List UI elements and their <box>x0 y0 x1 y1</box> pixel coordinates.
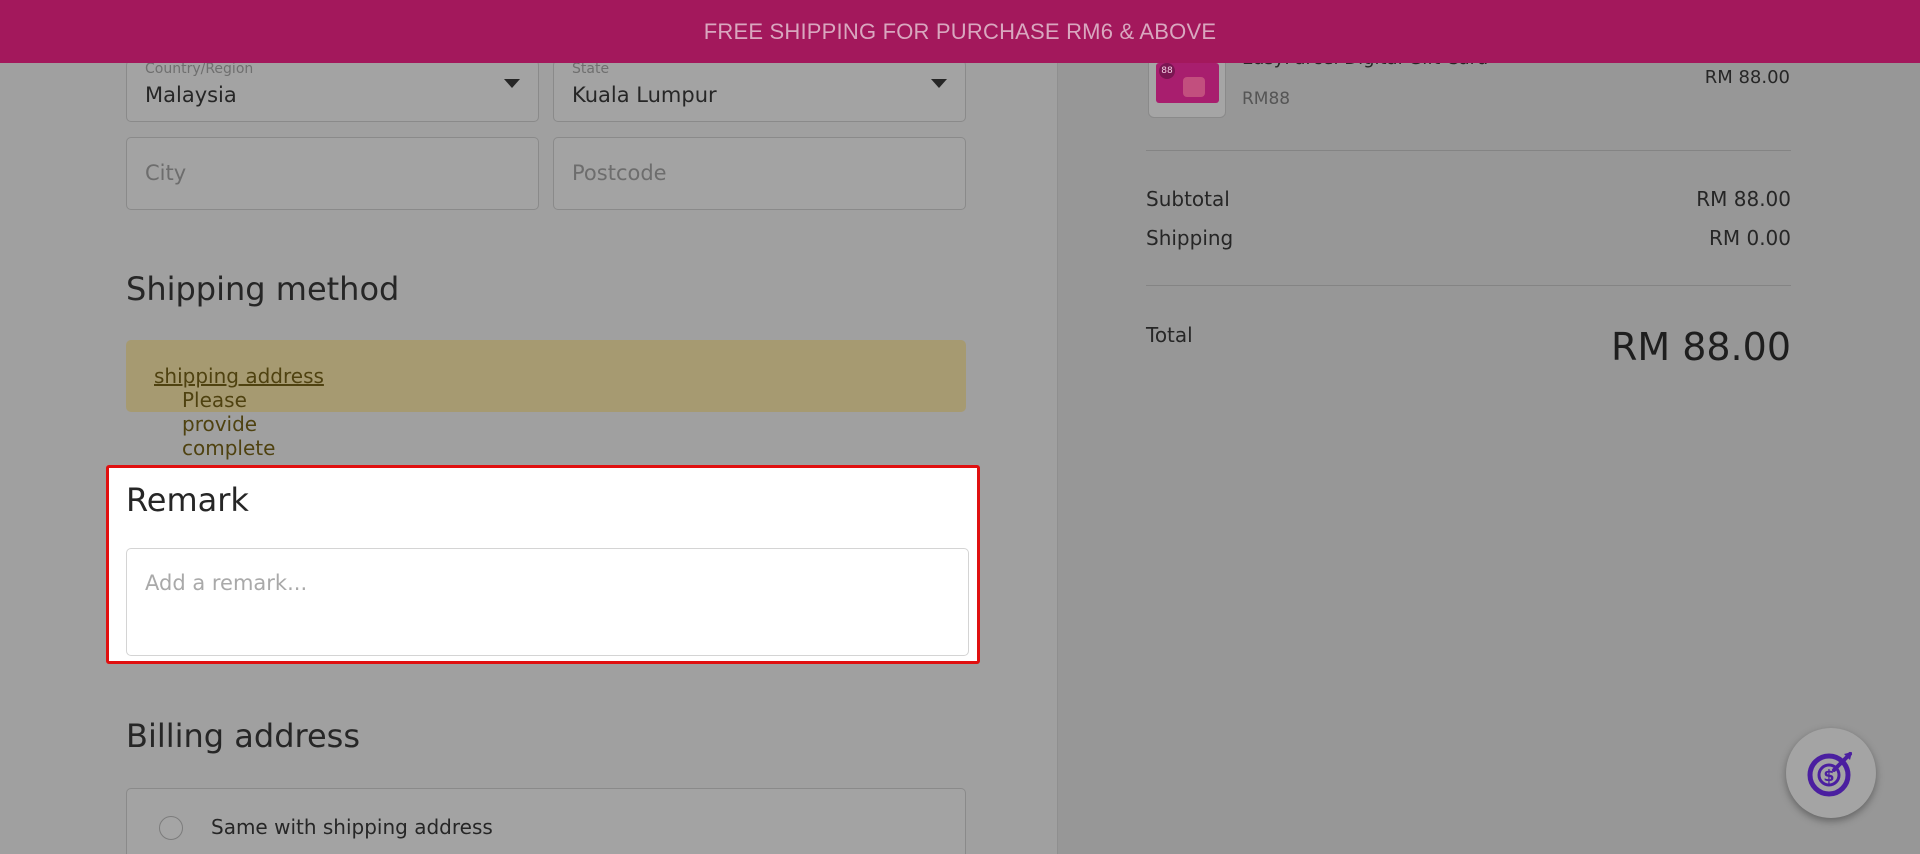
shipping-label: Shipping <box>1146 226 1234 250</box>
notice-prefix: Please provide complete <box>182 388 276 460</box>
promo-banner-text: FREE SHIPPING FOR PURCHASE RM6 & ABOVE <box>703 18 1217 44</box>
shipping-notice: Please provide complete shipping address <box>126 340 966 460</box>
country-label: Country/Region <box>145 61 254 77</box>
city-field[interactable]: City <box>126 137 539 210</box>
postcode-field[interactable]: Postcode <box>553 137 966 210</box>
state-select[interactable]: State Kuala Lumpur <box>553 60 966 122</box>
radio-empty-icon[interactable] <box>159 816 183 840</box>
gift-card-figure <box>1183 77 1205 97</box>
subtotal-value: RM 88.00 <box>1696 187 1791 211</box>
remark-title: Remark <box>126 481 249 519</box>
target-dollar-icon: $ <box>1807 752 1852 797</box>
checkout-form-panel: Country/Region Malaysia State Kuala Lump… <box>0 0 1057 854</box>
shipping-value: RM 0.00 <box>1708 226 1791 250</box>
billing-same-label: Same with shipping address <box>211 815 493 839</box>
billing-address-title: Billing address <box>126 717 360 755</box>
city-placeholder: City <box>145 161 187 185</box>
caret-down-icon <box>931 79 947 88</box>
country-value: Malaysia <box>145 83 237 107</box>
shipping-address-link[interactable]: shipping address <box>154 364 324 388</box>
total-value: RM 88.00 <box>1610 325 1791 369</box>
thumb-badge: 88 <box>1159 63 1175 79</box>
state-value: Kuala Lumpur <box>572 83 717 107</box>
remark-input[interactable] <box>126 548 969 656</box>
order-summary-panel <box>1057 0 1920 854</box>
country-select[interactable]: Country/Region Malaysia <box>126 60 539 122</box>
product-price: RM 88.00 <box>1704 67 1790 88</box>
state-label: State <box>572 61 610 77</box>
total-label: Total <box>1146 323 1193 347</box>
billing-same-option[interactable]: Same with shipping address <box>126 788 966 854</box>
subtotal-label: Subtotal <box>1146 187 1230 211</box>
summary-divider <box>1146 285 1791 286</box>
rewards-fab-button[interactable]: $ <box>1786 728 1876 818</box>
postcode-placeholder: Postcode <box>572 161 667 185</box>
product-variant: RM88 <box>1242 89 1291 109</box>
promo-banner: FREE SHIPPING FOR PURCHASE RM6 & ABOVE <box>0 0 1920 63</box>
remark-section: Remark <box>106 465 980 664</box>
shipping-method-title: Shipping method <box>126 270 400 308</box>
summary-divider <box>1146 150 1791 151</box>
caret-down-icon <box>504 79 520 88</box>
notice-text: Please provide complete shipping address <box>154 364 324 460</box>
